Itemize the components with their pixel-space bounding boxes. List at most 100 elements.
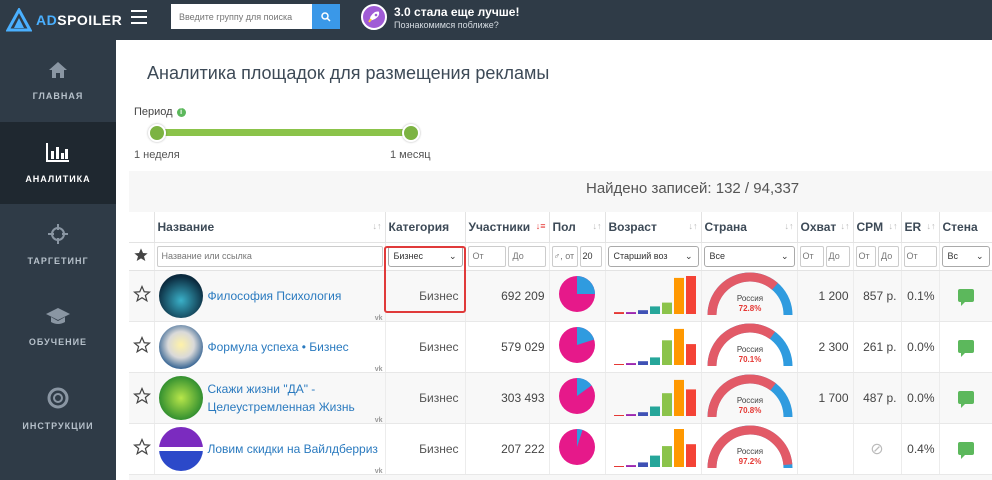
country-cell: Россия 70.8% bbox=[701, 372, 798, 424]
wall-cell bbox=[939, 423, 992, 475]
chevron-down-icon: ⌄ bbox=[448, 250, 457, 261]
column-age[interactable]: Возраст ↓↑ bbox=[605, 212, 702, 243]
column-sex[interactable]: Пол ↓↑ bbox=[549, 212, 606, 243]
group-name-link[interactable]: Скажи жизни "ДА" - Целеустремленная Жизн… bbox=[208, 380, 381, 416]
group-name-link[interactable]: Ловим скидки на Вайлдберриз bbox=[208, 440, 378, 458]
sidebar-item-instructions[interactable]: ИНСТРУКЦИИ bbox=[0, 368, 116, 450]
group-name-link[interactable]: Философия Психология bbox=[208, 287, 342, 305]
vk-icon[interactable]: vk bbox=[375, 366, 383, 372]
vk-icon[interactable]: vk bbox=[375, 417, 383, 423]
menu-toggle-icon[interactable] bbox=[131, 10, 147, 26]
sidebar-item-education[interactable]: ОБУЧЕНИЕ bbox=[0, 286, 116, 368]
sort-icon[interactable]: ↓↑ bbox=[593, 221, 602, 231]
info-icon[interactable]: i bbox=[176, 107, 186, 117]
column-name[interactable]: Название ↓↑ bbox=[154, 212, 386, 243]
age-bar bbox=[673, 328, 684, 365]
sidebar-item-targeting[interactable]: ТАРГЕТИНГ bbox=[0, 204, 116, 286]
country-cell: Россия 72.8% bbox=[701, 270, 798, 322]
table-row: Формула успеха • Бизнес vk Бизнес 579 029 Ро… bbox=[129, 321, 992, 373]
favorite-toggle[interactable] bbox=[129, 372, 155, 424]
reach-from-input[interactable]: От bbox=[799, 245, 824, 267]
country-filter-select[interactable]: Все ⌄ bbox=[703, 245, 795, 267]
promo-subtitle: Познакомимся поближе? bbox=[394, 19, 499, 30]
column-reach[interactable]: Охват ↓↑ bbox=[797, 212, 854, 243]
sidebar-item-label: ИНСТРУКЦИИ bbox=[22, 421, 94, 431]
period-slider-min-handle[interactable] bbox=[148, 124, 166, 142]
group-avatar[interactable] bbox=[158, 375, 203, 420]
age-filter-select[interactable]: Старший воз ⌄ bbox=[607, 245, 699, 267]
chevron-down-icon: ⌄ bbox=[975, 250, 984, 261]
wall-filter-select[interactable]: Вс ⌄ bbox=[941, 245, 990, 267]
age-bar bbox=[625, 363, 636, 365]
sex-filter-input[interactable]: 20 bbox=[579, 245, 602, 267]
favorites-filter[interactable] bbox=[129, 242, 155, 271]
sort-icon[interactable]: ↓↑ bbox=[785, 221, 794, 231]
group-avatar[interactable] bbox=[158, 426, 203, 471]
sort-icon[interactable]: ↓↑ bbox=[841, 221, 850, 231]
category-filter-value: Бизнес bbox=[393, 251, 424, 261]
search-input[interactable] bbox=[171, 4, 312, 29]
sex-cell bbox=[549, 321, 606, 373]
comment-icon[interactable] bbox=[957, 442, 974, 459]
vk-icon[interactable]: vk bbox=[375, 315, 383, 321]
period-label-text: Период bbox=[134, 106, 173, 118]
name-filter-input[interactable]: Название или ссылка bbox=[156, 245, 383, 267]
period-slider-max-handle[interactable] bbox=[402, 124, 420, 142]
comment-icon[interactable] bbox=[957, 340, 974, 357]
sex-cell bbox=[549, 270, 606, 322]
er-from-input[interactable]: От bbox=[903, 245, 937, 267]
vk-icon[interactable]: vk bbox=[375, 468, 383, 474]
age-bar bbox=[625, 414, 636, 416]
period-slider-track[interactable] bbox=[153, 129, 413, 136]
promo-banner[interactable]: 3.0 стала еще лучше! Познакомимся поближ… bbox=[361, 4, 519, 30]
promo-title: 3.0 стала еще лучше! bbox=[394, 4, 520, 19]
gauge-percent-label: 97.2% bbox=[738, 457, 761, 466]
sort-icon[interactable]: ↓↑ bbox=[927, 221, 936, 231]
sex-pie-chart bbox=[559, 378, 595, 414]
age-bar bbox=[685, 344, 696, 365]
sidebar-item-analytics[interactable]: АНАЛИТИКА bbox=[0, 122, 116, 204]
age-bar bbox=[613, 364, 624, 365]
column-er[interactable]: ER ↓↑ bbox=[901, 212, 940, 243]
sidebar-item-label: ТАРГЕТИНГ bbox=[27, 256, 89, 266]
favorite-toggle[interactable] bbox=[129, 270, 155, 322]
er-cell: 0.0% bbox=[901, 321, 940, 373]
results-table: Название ↓↑ Категория Участники ↓≡ Пол ↓↑ В… bbox=[129, 212, 992, 475]
members-from-input[interactable]: От bbox=[467, 245, 506, 267]
age-bar bbox=[661, 446, 672, 467]
sidebar-item-label: АНАЛИТИКА bbox=[25, 174, 91, 184]
column-members[interactable]: Участники ↓≡ bbox=[465, 212, 550, 243]
age-bar bbox=[661, 302, 672, 314]
sort-icon[interactable]: ↓↑ bbox=[889, 221, 898, 231]
age-cell bbox=[605, 372, 702, 424]
group-avatar[interactable] bbox=[158, 324, 203, 369]
column-category[interactable]: Категория bbox=[385, 212, 466, 243]
reach-to-input[interactable]: До bbox=[825, 245, 850, 267]
logo[interactable]: AD SPOILER bbox=[6, 8, 122, 32]
cpm-to-input[interactable]: До bbox=[878, 245, 899, 267]
column-name-label: Название bbox=[157, 219, 215, 234]
favorite-toggle[interactable] bbox=[129, 321, 155, 373]
column-wall[interactable]: Стена bbox=[939, 212, 992, 243]
group-avatar[interactable] bbox=[158, 273, 203, 318]
sort-icon[interactable]: ↓↑ bbox=[689, 221, 698, 231]
favorite-toggle[interactable] bbox=[129, 423, 155, 475]
country-filter-value: Все bbox=[709, 251, 726, 261]
column-cpm[interactable]: CPM ↓↑ bbox=[853, 212, 902, 243]
table-header: Название ↓↑ Категория Участники ↓≡ Пол ↓↑ В… bbox=[129, 212, 992, 243]
comment-icon[interactable] bbox=[957, 391, 974, 408]
age-bar bbox=[685, 389, 696, 416]
members-to-input[interactable]: До bbox=[507, 245, 546, 267]
search-button[interactable] bbox=[312, 4, 340, 29]
cpm-from-input[interactable]: От bbox=[855, 245, 876, 267]
category-filter-select[interactable]: Бизнес ⌄ bbox=[387, 245, 463, 267]
sort-icon[interactable]: ↓↑ bbox=[373, 221, 382, 231]
sort-desc-icon[interactable]: ↓≡ bbox=[536, 221, 546, 231]
column-country[interactable]: Страна ↓↑ bbox=[701, 212, 798, 243]
bar-chart-icon bbox=[46, 143, 69, 162]
gauge-country-label: Россия bbox=[736, 396, 762, 405]
group-name-link[interactable]: Формула успеха • Бизнес bbox=[208, 338, 349, 356]
comment-icon[interactable] bbox=[957, 289, 974, 306]
gauge-percent-label: 70.8% bbox=[738, 406, 761, 415]
sidebar-item-home[interactable]: ГЛАВНАЯ bbox=[0, 40, 116, 122]
